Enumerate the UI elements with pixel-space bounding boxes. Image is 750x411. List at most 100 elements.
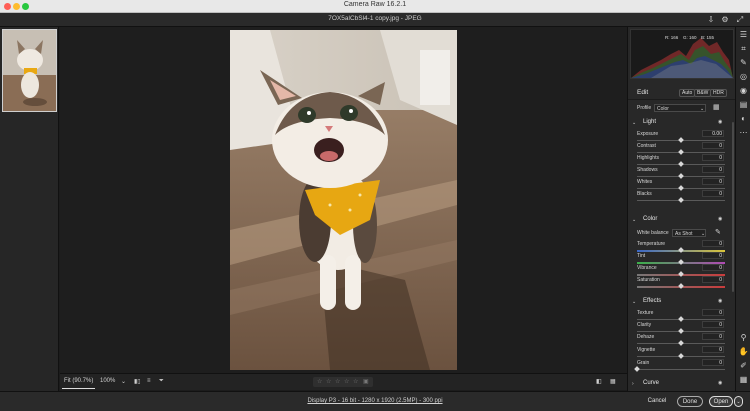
open-button[interactable]: Open — [709, 396, 733, 407]
saturation-value-field[interactable]: 0 — [702, 276, 724, 283]
gear-icon[interactable]: ⚙ — [720, 15, 730, 25]
tint-slider-thumb[interactable] — [678, 259, 684, 265]
zoom-icon[interactable]: ⚲ — [738, 332, 749, 343]
clarity-slider-thumb[interactable] — [678, 328, 684, 334]
chevron-down-icon[interactable]: ⌄ — [632, 299, 636, 305]
edit-panel: R: 166 G: 160 B: 155 Edit Auto B&W HDR P… — [627, 27, 735, 391]
chevron-down-icon[interactable]: ⌄ — [632, 120, 636, 126]
dehaze-value-field[interactable]: 0 — [702, 333, 724, 340]
comment-icon[interactable]: ◧ — [596, 378, 602, 385]
vignette-value-field[interactable]: 0 — [702, 346, 724, 353]
zoom-fit-underline — [62, 388, 95, 389]
contrast-value-field[interactable]: 0 — [702, 142, 724, 149]
chevron-down-icon: ⌄ — [700, 106, 705, 112]
file-bar: 7OX5alCbSl4-1 copy.jpg - JPEG ⇩ ⚙ ⤢ — [0, 13, 750, 27]
auto-button[interactable]: Auto — [679, 89, 696, 97]
saturation-slider-thumb[interactable] — [678, 283, 684, 289]
highlights-label: Highlights — [637, 155, 659, 161]
eye-icon[interactable]: ◉ — [718, 298, 722, 304]
star-icon[interactable]: ☆ — [317, 378, 322, 385]
blacks-slider-thumb[interactable] — [678, 197, 684, 203]
mask-icon[interactable]: ◎ — [738, 71, 749, 82]
workflow-options-link[interactable]: Display P3 - 16 bit - 1280 x 1920 (2.5MP… — [0, 398, 750, 404]
chevron-down-icon[interactable]: ⌄ — [632, 217, 636, 223]
grain-value-field[interactable]: 0 — [702, 359, 724, 366]
contrast-slider-thumb[interactable] — [678, 149, 684, 155]
vignette-slider-thumb[interactable] — [678, 353, 684, 359]
hdr-button[interactable]: HDR — [710, 89, 727, 97]
edit-sliders-icon[interactable]: ☰ — [738, 29, 749, 40]
presets-icon[interactable]: ▤ — [738, 99, 749, 110]
shadows-slider-thumb[interactable] — [678, 173, 684, 179]
star-icon[interactable]: ☆ — [344, 378, 349, 385]
cancel-button[interactable]: Cancel — [644, 396, 670, 407]
vibrance-slider-thumb[interactable] — [678, 271, 684, 277]
eye-icon[interactable]: ◉ — [718, 119, 722, 125]
sampler-icon[interactable]: ✐ — [738, 360, 749, 371]
star-icon[interactable]: ☆ — [326, 378, 331, 385]
profile-select[interactable]: Color ⌄ — [654, 104, 706, 112]
hand-icon[interactable]: ✋ — [738, 346, 749, 357]
blacks-value-field[interactable]: 0 — [702, 190, 724, 197]
dehaze-slider-thumb[interactable] — [678, 340, 684, 346]
curve-section-title[interactable]: Curve — [643, 380, 659, 386]
profile-browser-icon[interactable]: ▦ — [713, 103, 720, 111]
vibrance-value-field[interactable]: 0 — [702, 264, 724, 271]
whites-value-field[interactable]: 0 — [702, 178, 724, 185]
eye-icon[interactable]: ◉ — [718, 380, 722, 386]
exposure-value-field[interactable]: 0.00 — [702, 130, 724, 137]
exposure-label: Exposure — [637, 131, 659, 137]
texture-value-field[interactable]: 0 — [702, 309, 724, 316]
white-balance-select[interactable]: As Shot ⌄ — [672, 229, 706, 237]
view-mode-icon[interactable]: ▦ — [610, 378, 616, 385]
panel-scrollbar[interactable] — [732, 122, 734, 292]
bottom-toolbar: Fit (90.7%) 100% ⌄ ▮▯ ≡ ⏷ ☆ ☆ ☆ ☆ ☆ ▣ ◧ … — [60, 373, 627, 390]
exposure-slider-thumb[interactable] — [678, 137, 684, 143]
highlights-value-field[interactable]: 0 — [702, 154, 724, 161]
crop-icon[interactable]: ⌗ — [738, 43, 749, 54]
whites-slider-thumb[interactable] — [678, 185, 684, 191]
eye-icon[interactable]: ◉ — [718, 216, 722, 222]
light-section-title[interactable]: Light — [643, 119, 656, 125]
highlights-slider-thumb[interactable] — [678, 161, 684, 167]
more-options-icon[interactable]: ⋯ — [738, 127, 749, 138]
tint-value-field[interactable]: 0 — [702, 252, 724, 259]
chevron-right-icon[interactable]: › — [632, 381, 634, 387]
grid-icon[interactable]: ▦ — [738, 374, 749, 385]
save-icon[interactable]: ⇩ — [706, 15, 716, 25]
shadows-label: Shadows — [637, 167, 658, 173]
tool-strip: ☰ ⌗ ✎ ◎ ◉ ▤ ◐ ⋯ ⚲ ✋ ✐ ▦ — [735, 27, 750, 391]
filmstrip-thumbnail[interactable] — [2, 29, 57, 112]
texture-slider-thumb[interactable] — [678, 316, 684, 322]
trash-icon[interactable]: ▣ — [363, 378, 369, 385]
color-section-title[interactable]: Color — [643, 216, 657, 222]
profile-label: Profile — [637, 105, 652, 111]
open-options-chevron-icon[interactable]: ⌄ — [734, 396, 743, 407]
photo-preview[interactable] — [230, 30, 457, 370]
edit-title: Edit — [637, 89, 649, 96]
edit-header: Edit Auto B&W HDR — [628, 86, 735, 100]
shadows-value-field[interactable]: 0 — [702, 166, 724, 173]
eyedropper-icon[interactable]: ✎ — [715, 228, 721, 236]
sort-icon[interactable]: ≡ — [147, 378, 151, 384]
done-button[interactable]: Done — [677, 396, 703, 407]
bw-button[interactable]: B&W — [694, 89, 712, 97]
snapshots-icon[interactable]: ◐ — [738, 113, 749, 124]
grain-slider-track[interactable] — [637, 369, 725, 370]
clarity-value-field[interactable]: 0 — [702, 321, 724, 328]
filter-icon[interactable]: ⏷ — [159, 378, 164, 385]
zoom-fit-button[interactable]: Fit (90.7%) — [64, 378, 93, 384]
star-icon[interactable]: ☆ — [335, 378, 340, 385]
grain-slider-thumb[interactable] — [634, 366, 640, 372]
effects-section-title[interactable]: Effects — [643, 298, 661, 304]
fullscreen-icon[interactable]: ⤢ — [735, 15, 745, 25]
star-icon[interactable]: ☆ — [353, 378, 358, 385]
temperature-slider-thumb[interactable] — [678, 247, 684, 253]
red-eye-icon[interactable]: ◉ — [738, 85, 749, 96]
temperature-value-field[interactable]: 0 — [702, 240, 724, 247]
compare-icon[interactable]: ▮▯ — [134, 378, 141, 385]
tint-label: Tint — [637, 253, 646, 259]
chevron-down-icon[interactable]: ⌄ — [121, 378, 126, 385]
healing-brush-icon[interactable]: ✎ — [738, 57, 749, 68]
zoom-level-select[interactable]: 100% — [100, 378, 115, 384]
